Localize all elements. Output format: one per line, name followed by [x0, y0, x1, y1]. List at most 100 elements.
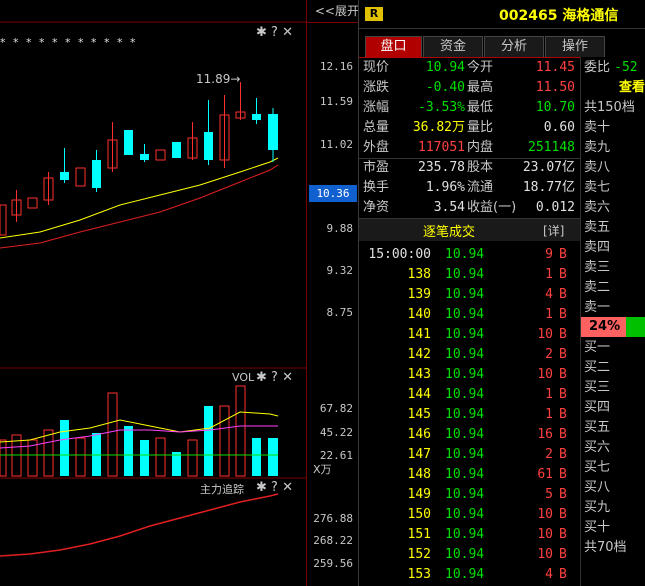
chart-canvas: [0, 21, 306, 557]
trade-time: 144: [407, 387, 431, 402]
trade-time: 152: [407, 547, 431, 562]
sell-level: 卖十: [584, 120, 611, 135]
tracker-tick: 259.56: [313, 557, 353, 570]
trade-side: B: [559, 467, 567, 482]
trade-price: 10.94: [445, 507, 485, 522]
label-shiying: 市盈: [363, 160, 390, 175]
close-icon[interactable]: ✕: [282, 25, 293, 40]
trade-time: 15:00:00: [368, 247, 431, 262]
value-shouyi: 0.012: [535, 200, 575, 215]
trade-volume: 1: [545, 267, 553, 282]
close-icon[interactable]: ✕: [282, 370, 293, 385]
buy-level: 买三: [584, 380, 611, 395]
label-liangbi: 量比: [467, 120, 494, 135]
trade-side: B: [559, 387, 567, 402]
value-jinkai: 11.45: [535, 60, 575, 75]
trade-volume: 9: [545, 247, 553, 262]
tracker-tick: 268.22: [313, 534, 353, 547]
trade-volume: 1: [545, 407, 553, 422]
trade-time: 143: [407, 367, 431, 382]
chaxun-link[interactable]: 查看: [584, 78, 645, 98]
tracker-tick: 276.88: [313, 512, 353, 525]
label-guben: 股本: [467, 160, 494, 175]
label-zhangdie: 涨跌: [363, 80, 390, 95]
trades-title: 逐笔成交: [423, 225, 476, 240]
trade-side: B: [559, 267, 567, 282]
sell-level: 卖八: [584, 160, 611, 175]
ratio-bar-green: [626, 317, 645, 337]
ratio-bar: 24%: [581, 317, 645, 337]
main-panel-controls: ✱ ? ✕: [256, 25, 293, 40]
label-zhangfu: 涨幅: [363, 100, 390, 115]
trade-time: 140: [407, 307, 431, 322]
trade-price: 10.94: [445, 527, 485, 542]
trade-price: 10.94: [445, 287, 485, 302]
help-icon[interactable]: ?: [271, 370, 278, 385]
gear-icon[interactable]: ✱: [256, 480, 267, 495]
trade-volume: 10: [537, 527, 553, 542]
vol-panel-controls: ✱ ? ✕: [256, 370, 293, 385]
price-tick: 11.02: [319, 138, 353, 151]
help-icon[interactable]: ?: [271, 25, 278, 40]
help-icon[interactable]: ?: [271, 480, 278, 495]
signal-stars: * * * * * * * * * * *: [0, 36, 138, 49]
value-liutong: 18.77亿: [522, 180, 575, 195]
stock-code: 002465: [499, 8, 558, 24]
candles: [0, 82, 278, 236]
trade-time: 142: [407, 347, 431, 362]
sell-level: 卖一: [584, 300, 611, 315]
trade-price: 10.94: [445, 347, 485, 362]
trade-time: 138: [407, 267, 431, 282]
trade-time: 150: [407, 507, 431, 522]
buy-level: 买一: [584, 340, 611, 355]
gear-icon[interactable]: ✱: [256, 25, 267, 40]
label-waipan: 外盘: [363, 140, 390, 155]
sell-level: 卖二: [584, 280, 611, 295]
trade-price: 10.94: [445, 327, 485, 342]
kline-chart-area[interactable]: * * * * * * * * * * * 11.89→ ✱ ? ✕ VOL ✱…: [0, 0, 358, 586]
buy-level: 买四: [584, 400, 611, 415]
tracker-panel-controls: ✱ ? ✕: [256, 480, 293, 495]
trade-volume: 10: [537, 327, 553, 342]
vol-tick: 45.22: [319, 426, 353, 439]
trade-volume: 4: [545, 287, 553, 302]
trade-side: B: [559, 427, 567, 442]
trade-price: 10.94: [445, 467, 485, 482]
weibi-label: 委比: [584, 60, 611, 75]
trade-side: B: [559, 527, 567, 542]
trade-volume: 1: [545, 387, 553, 402]
trade-side: B: [559, 567, 567, 582]
sell-level: 卖五: [584, 220, 611, 235]
buy-level: 买六: [584, 440, 611, 455]
label-liutong: 流通: [467, 180, 494, 195]
current-price-marker: 10.36: [309, 185, 357, 202]
trade-volume: 5: [545, 487, 553, 502]
value-huanshou: 1.96%: [425, 180, 465, 195]
value-jingzi: 3.54: [433, 200, 465, 215]
trade-side: B: [559, 507, 567, 522]
trade-side: B: [559, 347, 567, 362]
trade-price: 10.94: [445, 447, 485, 462]
value-xianjia: 10.94: [425, 60, 465, 75]
price-tick: 9.32: [326, 264, 354, 277]
trade-time: 148: [407, 467, 431, 482]
trade-volume: 10: [537, 547, 553, 562]
trades-detail-link[interactable]: [详]: [543, 222, 564, 239]
value-liangbi: 0.60: [543, 120, 575, 135]
trade-price: 10.94: [445, 567, 485, 582]
tab-fenxi[interactable]: 分析: [484, 36, 544, 57]
tab-zijin[interactable]: 资金: [423, 36, 483, 57]
value-waipan: 117051: [418, 140, 465, 155]
tab-caozuo[interactable]: 操作: [545, 36, 605, 57]
label-zuidi: 最低: [467, 100, 494, 115]
gear-icon[interactable]: ✱: [256, 370, 267, 385]
sell-level: 卖九: [584, 140, 611, 155]
trade-time: 149: [407, 487, 431, 502]
expand-button[interactable]: <<展开: [307, 0, 359, 23]
tab-pankou[interactable]: 盘口: [365, 36, 422, 57]
label-xianjia: 现价: [363, 60, 390, 75]
stock-name: 海格通信: [562, 8, 619, 24]
buy-level: 买九: [584, 500, 611, 515]
close-icon[interactable]: ✕: [282, 480, 293, 495]
trade-time: 151: [407, 527, 431, 542]
